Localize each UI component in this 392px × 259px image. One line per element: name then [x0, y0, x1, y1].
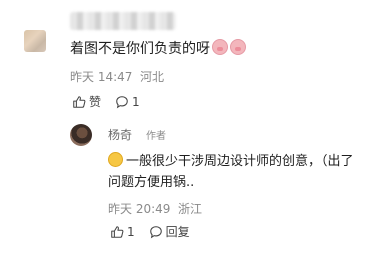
thumbs-up-icon — [111, 225, 124, 238]
reply-text-line-2: 问题方便用锅.. — [108, 175, 195, 190]
comment-location: 河北 — [140, 70, 165, 84]
comment-bubble-icon — [116, 95, 128, 108]
pig-emoji-icon — [230, 39, 246, 55]
emoji-icon — [108, 152, 123, 167]
commenter-name-blurred — [70, 12, 176, 30]
reply-location: 浙江 — [178, 202, 203, 216]
reply-count-button[interactable]: 1 — [115, 95, 140, 109]
like-button[interactable]: 赞 — [72, 93, 101, 110]
comment-meta: 昨天 14:47 河北 — [70, 68, 164, 85]
reply-count: 1 — [132, 94, 140, 109]
reply-text-1: 一般很少干涉周边设计师的创意，（出了 — [126, 154, 354, 169]
reply-button[interactable]: 回复 — [149, 223, 190, 240]
reply-meta: 昨天 20:49 浙江 — [108, 200, 202, 217]
reply-like-button[interactable]: 1 — [110, 225, 135, 239]
comment-time: 昨天 14:47 — [70, 70, 133, 84]
pig-emoji-icon — [212, 39, 228, 55]
author-badge: 作者 — [146, 131, 166, 142]
reply-text-line-1: 一般很少干涉周边设计师的创意，（出了 — [108, 152, 354, 171]
comment-text: 着图不是你们负责的呀 — [70, 39, 246, 58]
reply-user-avatar[interactable] — [70, 124, 92, 146]
comment-text-content: 着图不是你们负责的呀 — [70, 41, 210, 57]
reply-label: 回复 — [165, 225, 190, 239]
thumbs-up-icon — [73, 95, 86, 108]
comment-bubble-icon — [149, 225, 162, 238]
reply-like-count: 1 — [127, 224, 135, 239]
reply-actions: 1 回复 — [110, 223, 204, 240]
commenter-avatar[interactable] — [24, 30, 46, 52]
reply-user-name[interactable]: 杨奇 — [108, 126, 132, 143]
reply-time: 昨天 20:49 — [108, 202, 171, 216]
comment-actions: 赞 1 — [72, 93, 154, 110]
like-label: 赞 — [89, 95, 102, 109]
